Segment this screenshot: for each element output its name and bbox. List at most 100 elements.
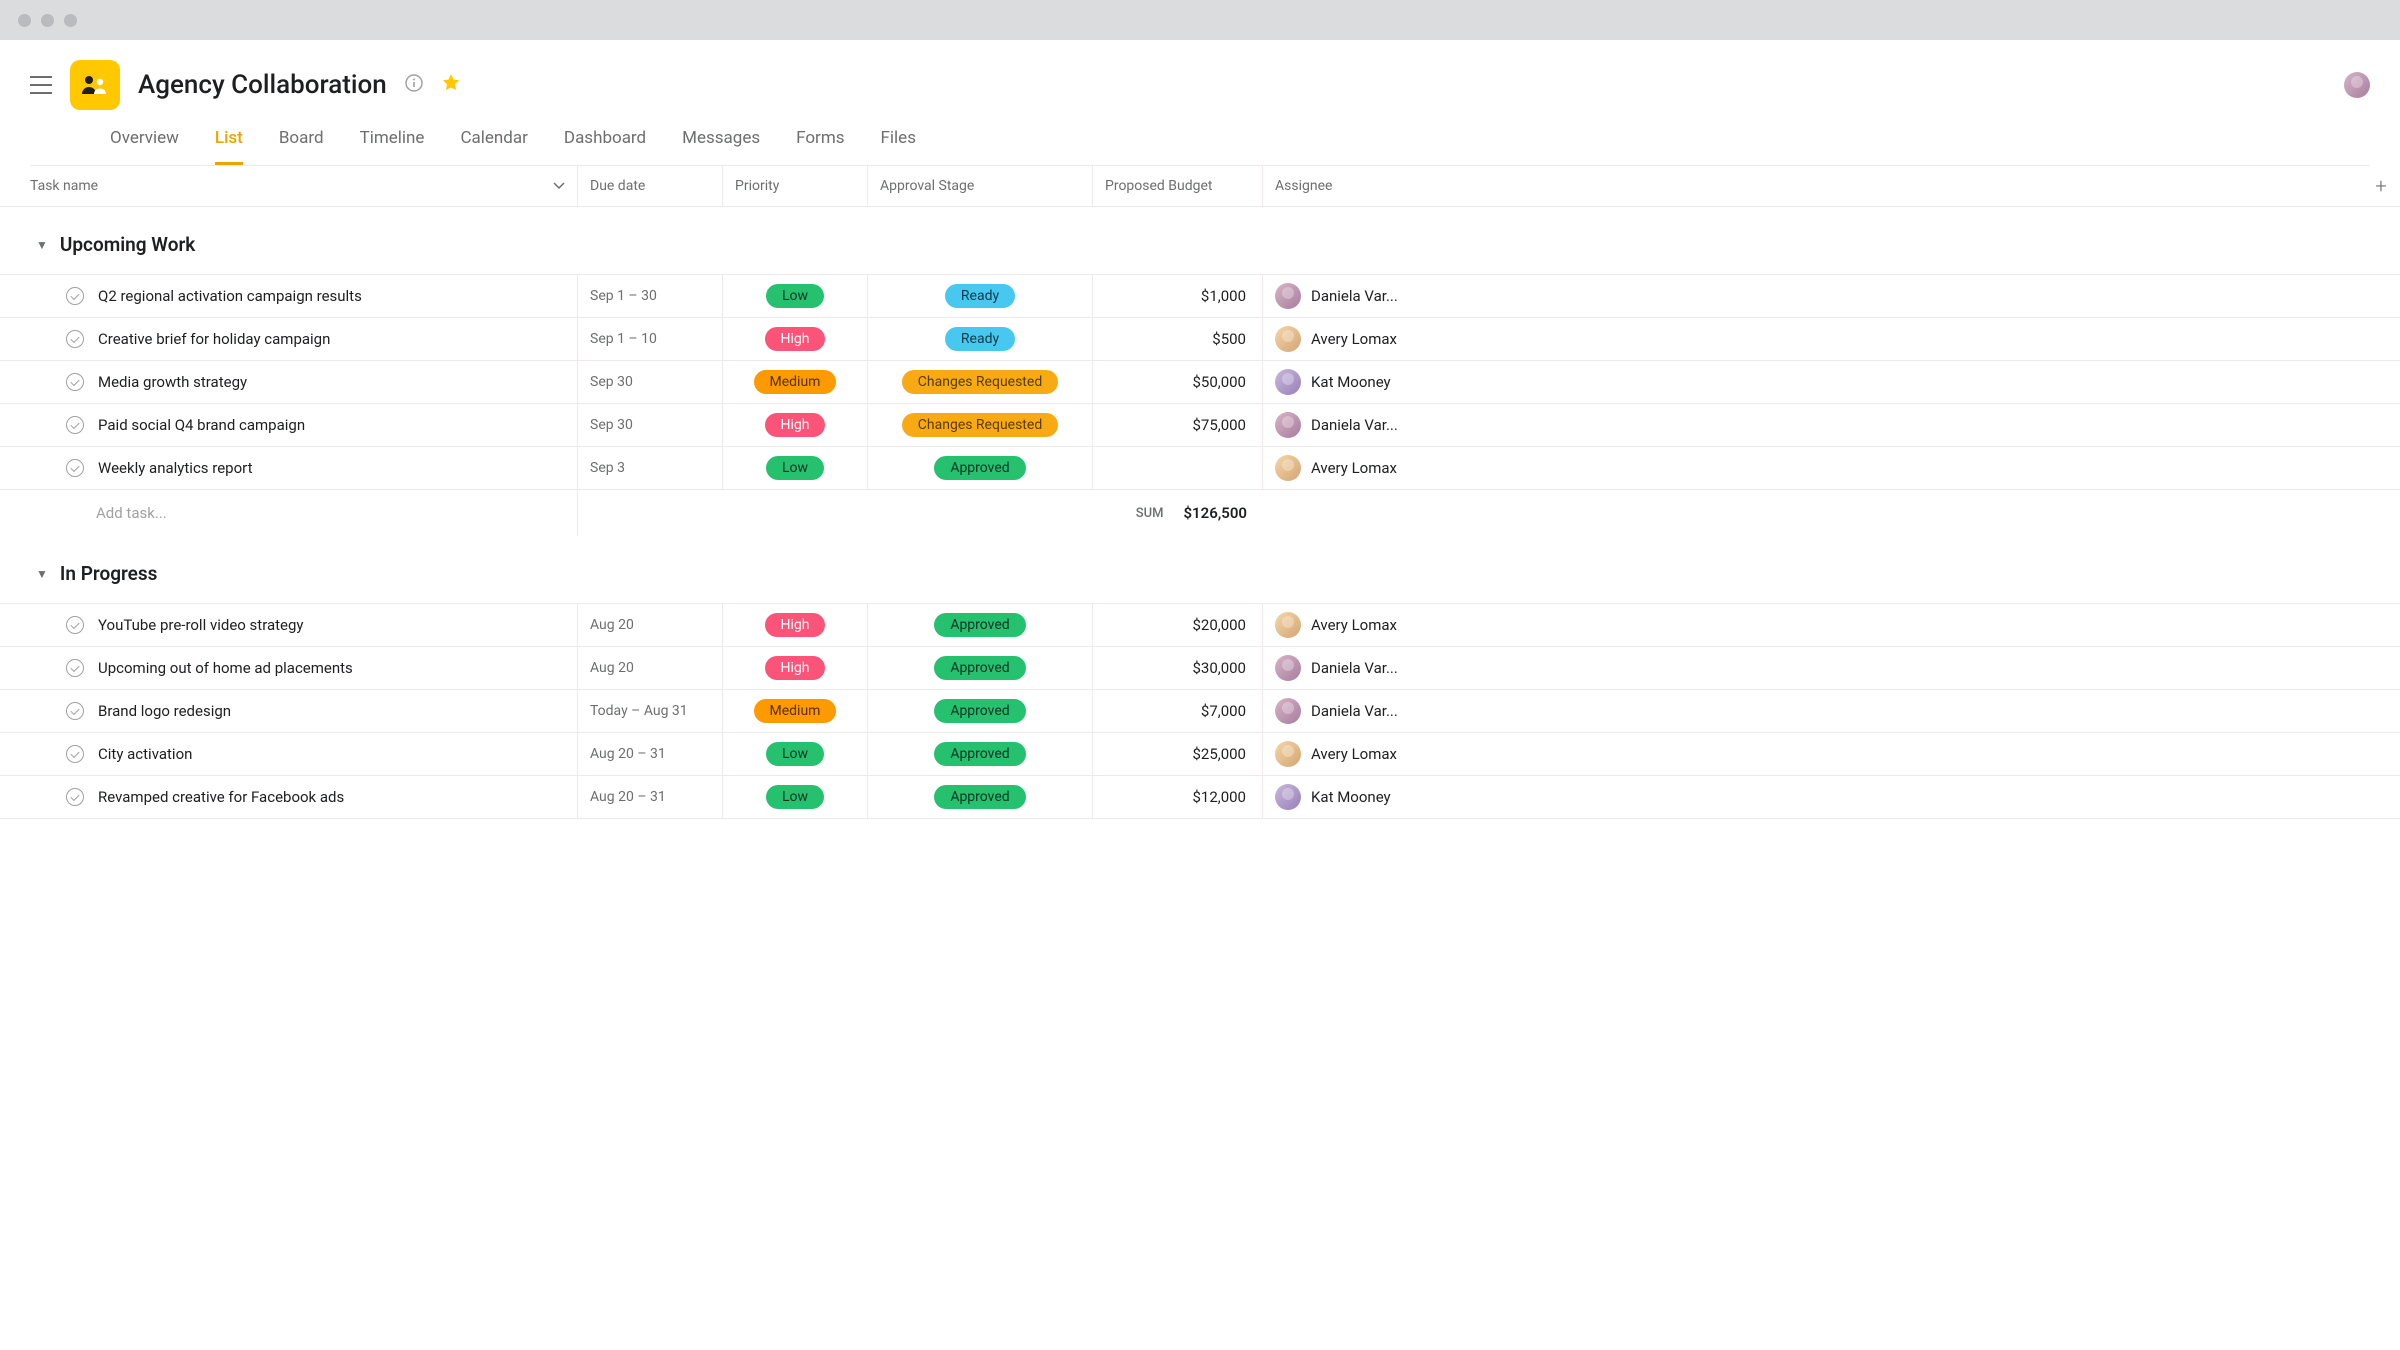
tab-list[interactable]: List <box>215 128 243 165</box>
section-header[interactable]: ▼Upcoming Work <box>0 207 2400 274</box>
window-control-dot[interactable] <box>64 14 77 27</box>
due-date-cell[interactable]: Aug 20 – 31 <box>578 776 723 818</box>
task-name-cell[interactable]: Upcoming out of home ad placements <box>0 647 578 689</box>
approval-cell[interactable]: Approved <box>868 604 1093 646</box>
due-date-cell[interactable]: Sep 3 <box>578 447 723 489</box>
complete-check-icon[interactable] <box>66 745 84 763</box>
assignee-cell[interactable]: Avery Lomax <box>1263 447 2400 489</box>
task-row[interactable]: City activationAug 20 – 31LowApproved$25… <box>0 732 2400 775</box>
budget-cell[interactable]: $50,000 <box>1093 361 1263 403</box>
assignee-cell[interactable]: Kat Mooney <box>1263 776 2400 818</box>
approval-cell[interactable]: Changes Requested <box>868 361 1093 403</box>
budget-cell[interactable]: $7,000 <box>1093 690 1263 732</box>
column-header-approval[interactable]: Approval Stage <box>868 166 1093 206</box>
approval-cell[interactable]: Changes Requested <box>868 404 1093 446</box>
task-row[interactable]: YouTube pre-roll video strategyAug 20Hig… <box>0 603 2400 646</box>
budget-cell[interactable]: $12,000 <box>1093 776 1263 818</box>
caret-down-icon[interactable]: ▼ <box>36 567 48 581</box>
tab-messages[interactable]: Messages <box>682 128 760 165</box>
complete-check-icon[interactable] <box>66 416 84 434</box>
approval-cell[interactable]: Approved <box>868 447 1093 489</box>
budget-cell[interactable] <box>1093 447 1263 489</box>
approval-cell[interactable]: Approved <box>868 733 1093 775</box>
priority-cell[interactable]: Medium <box>723 690 868 732</box>
due-date-cell[interactable]: Aug 20 – 31 <box>578 733 723 775</box>
due-date-cell[interactable]: Today – Aug 31 <box>578 690 723 732</box>
budget-cell[interactable]: $20,000 <box>1093 604 1263 646</box>
budget-cell[interactable]: $1,000 <box>1093 275 1263 317</box>
add-task-button[interactable]: Add task... <box>0 490 578 536</box>
chevron-down-icon[interactable] <box>553 178 565 194</box>
hamburger-menu-icon[interactable] <box>30 76 52 94</box>
tab-board[interactable]: Board <box>279 128 324 165</box>
task-name-cell[interactable]: City activation <box>0 733 578 775</box>
task-row[interactable]: Creative brief for holiday campaignSep 1… <box>0 317 2400 360</box>
task-name-cell[interactable]: Creative brief for holiday campaign <box>0 318 578 360</box>
task-name-cell[interactable]: Brand logo redesign <box>0 690 578 732</box>
approval-cell[interactable]: Approved <box>868 647 1093 689</box>
priority-cell[interactable]: Medium <box>723 361 868 403</box>
tab-timeline[interactable]: Timeline <box>360 128 425 165</box>
complete-check-icon[interactable] <box>66 702 84 720</box>
due-date-cell[interactable]: Aug 20 <box>578 604 723 646</box>
budget-cell[interactable]: $500 <box>1093 318 1263 360</box>
due-date-cell[interactable]: Sep 1 – 10 <box>578 318 723 360</box>
task-row[interactable]: Brand logo redesignToday – Aug 31MediumA… <box>0 689 2400 732</box>
priority-cell[interactable]: Low <box>723 275 868 317</box>
due-date-cell[interactable]: Aug 20 <box>578 647 723 689</box>
task-row[interactable]: Q2 regional activation campaign resultsS… <box>0 274 2400 317</box>
add-column-button[interactable]: + <box>2362 166 2400 206</box>
favorite-star-icon[interactable] <box>441 73 461 97</box>
window-control-dot[interactable] <box>18 14 31 27</box>
task-row[interactable]: Paid social Q4 brand campaignSep 30HighC… <box>0 403 2400 446</box>
task-name-cell[interactable]: Revamped creative for Facebook ads <box>0 776 578 818</box>
assignee-cell[interactable]: Daniela Var... <box>1263 404 2400 446</box>
task-name-cell[interactable]: Media growth strategy <box>0 361 578 403</box>
priority-cell[interactable]: Low <box>723 733 868 775</box>
assignee-cell[interactable]: Avery Lomax <box>1263 318 2400 360</box>
complete-check-icon[interactable] <box>66 330 84 348</box>
tab-overview[interactable]: Overview <box>110 128 179 165</box>
complete-check-icon[interactable] <box>66 788 84 806</box>
complete-check-icon[interactable] <box>66 287 84 305</box>
section-header[interactable]: ▼In Progress <box>0 536 2400 603</box>
priority-cell[interactable]: Low <box>723 447 868 489</box>
task-name-cell[interactable]: Weekly analytics report <box>0 447 578 489</box>
complete-check-icon[interactable] <box>66 659 84 677</box>
tab-files[interactable]: Files <box>881 128 916 165</box>
column-header-priority[interactable]: Priority <box>723 166 868 206</box>
column-header-due[interactable]: Due date <box>578 166 723 206</box>
budget-cell[interactable]: $30,000 <box>1093 647 1263 689</box>
assignee-cell[interactable]: Kat Mooney <box>1263 361 2400 403</box>
approval-cell[interactable]: Ready <box>868 275 1093 317</box>
complete-check-icon[interactable] <box>66 459 84 477</box>
assignee-cell[interactable]: Avery Lomax <box>1263 733 2400 775</box>
due-date-cell[interactable]: Sep 1 – 30 <box>578 275 723 317</box>
assignee-cell[interactable]: Daniela Var... <box>1263 647 2400 689</box>
task-name-cell[interactable]: Q2 regional activation campaign results <box>0 275 578 317</box>
approval-cell[interactable]: Ready <box>868 318 1093 360</box>
column-header-assignee[interactable]: Assignee <box>1263 166 2362 206</box>
assignee-cell[interactable]: Avery Lomax <box>1263 604 2400 646</box>
priority-cell[interactable]: High <box>723 404 868 446</box>
task-row[interactable]: Weekly analytics reportSep 3LowApproved A… <box>0 446 2400 489</box>
priority-cell[interactable]: Low <box>723 776 868 818</box>
assignee-cell[interactable]: Daniela Var... <box>1263 275 2400 317</box>
tab-forms[interactable]: Forms <box>796 128 844 165</box>
budget-cell[interactable]: $75,000 <box>1093 404 1263 446</box>
tab-calendar[interactable]: Calendar <box>460 128 527 165</box>
task-row[interactable]: Revamped creative for Facebook adsAug 20… <box>0 775 2400 819</box>
info-icon[interactable] <box>405 74 423 96</box>
budget-cell[interactable]: $25,000 <box>1093 733 1263 775</box>
due-date-cell[interactable]: Sep 30 <box>578 361 723 403</box>
task-name-cell[interactable]: Paid social Q4 brand campaign <box>0 404 578 446</box>
user-avatar[interactable] <box>2344 72 2370 98</box>
due-date-cell[interactable]: Sep 30 <box>578 404 723 446</box>
priority-cell[interactable]: High <box>723 604 868 646</box>
assignee-cell[interactable]: Daniela Var... <box>1263 690 2400 732</box>
priority-cell[interactable]: High <box>723 647 868 689</box>
complete-check-icon[interactable] <box>66 373 84 391</box>
task-row[interactable]: Upcoming out of home ad placementsAug 20… <box>0 646 2400 689</box>
complete-check-icon[interactable] <box>66 616 84 634</box>
window-control-dot[interactable] <box>41 14 54 27</box>
